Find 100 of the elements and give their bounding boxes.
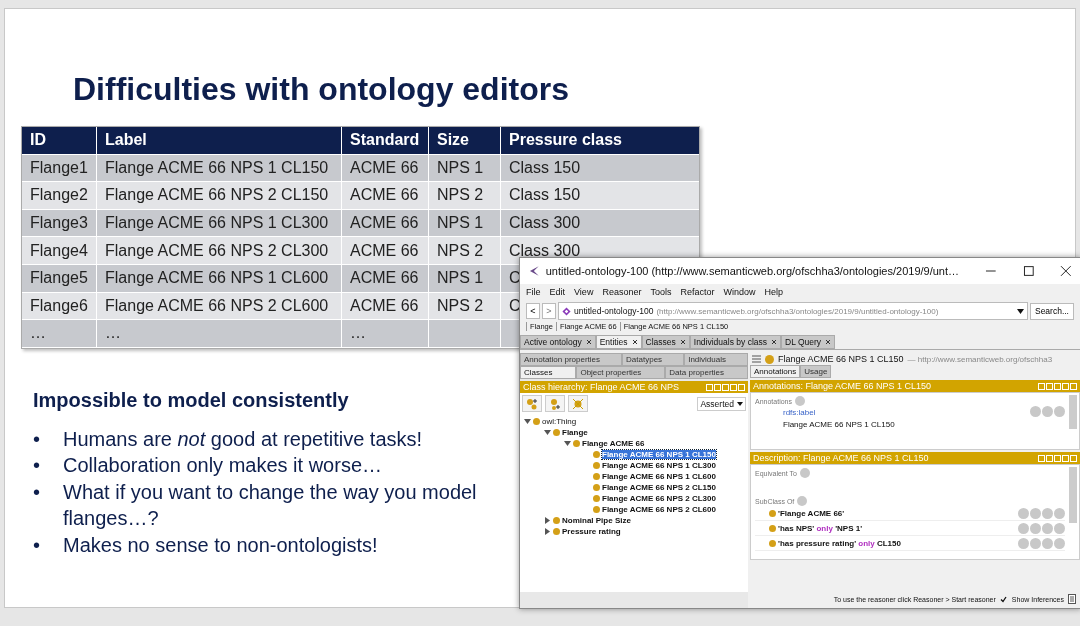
tree-item[interactable]: Pressure rating [562, 527, 621, 536]
menu-item[interactable]: Refactor [680, 287, 715, 297]
tree-item[interactable]: Flange ACME 66 NPS 2 CL600 [602, 505, 716, 514]
close-icon[interactable] [771, 339, 777, 345]
panel-header: Class hierarchy: Flange ACME 66 NPS [520, 381, 748, 393]
tab[interactable]: Individuals by class [689, 335, 781, 349]
table-cell: ACME 66 [350, 158, 419, 177]
bullet-text: Makes no sense to non-ontologists! [63, 532, 378, 558]
tree-item[interactable]: Flange ACME 66 NPS 1 CL600 [602, 472, 716, 481]
search-button[interactable]: Search... [1029, 302, 1074, 320]
collapsed-arrow-icon[interactable] [544, 517, 551, 524]
tab[interactable]: Usage [800, 365, 832, 378]
log-icon[interactable] [1068, 594, 1076, 604]
bullet-mark: • [33, 453, 41, 479]
column-header: Pressure class [508, 130, 623, 151]
menu-item[interactable]: Help [764, 287, 783, 297]
expanded-arrow-icon[interactable] [544, 429, 551, 436]
table-cell: Flange ACME 66 NPS 1 CL300 [105, 214, 329, 233]
window-title: untitled-ontology-100 (http://www.semanticweb.org/ofschha3/ontologies/2019/9/unt… [545, 265, 959, 277]
add-icon[interactable] [795, 396, 805, 406]
action-buttons-icon[interactable] [1018, 537, 1065, 549]
scrollbar[interactable] [1069, 395, 1077, 429]
scrollbar[interactable] [1069, 467, 1077, 524]
close-icon[interactable] [585, 339, 592, 345]
annotation-value: Flange ACME 66 NPS 1 CL150 [783, 420, 895, 429]
menu-item[interactable]: Reasoner [602, 287, 642, 297]
table-cell: Class 300 [509, 241, 581, 260]
table-cell: ACME 66 [350, 186, 419, 205]
table-cell: NPS 1 [437, 214, 484, 233]
tab[interactable]: Data properties [665, 366, 748, 379]
ontology-selector[interactable]: untitled-ontology-100 (http://www.semanticweb.org/ofschha3/ontologies/2019/9/untitled-ontology-100) [558, 302, 1028, 320]
bullet-text: Collaboration only makes it worse… [63, 453, 383, 479]
tab[interactable]: Classes [641, 335, 690, 349]
add-icon[interactable] [797, 496, 808, 506]
bullet-text: What if you want to change the way you model flanges…? [63, 479, 478, 532]
add-subclass-button[interactable] [522, 395, 542, 412]
maximize-icon[interactable] [1022, 265, 1035, 277]
tab[interactable]: Datatypes [622, 353, 685, 366]
view-buttons-icon[interactable] [706, 383, 745, 391]
menu-icon[interactable] [752, 355, 761, 363]
checkbox[interactable] [999, 595, 1008, 603]
tree-item[interactable]: Flange [562, 428, 588, 437]
tree-item[interactable]: Nominal Pipe Size [562, 516, 631, 525]
view-buttons-icon[interactable] [1038, 382, 1077, 390]
tree-item[interactable]: Flange ACME 66 [582, 439, 645, 448]
action-buttons-icon[interactable] [1018, 522, 1065, 534]
table-cell: ACME 66 [350, 296, 419, 315]
close-icon[interactable] [631, 339, 638, 345]
annotation-property[interactable]: rdfs:label [783, 408, 895, 417]
table-cell: NPS 1 [437, 158, 484, 177]
menu-item[interactable]: Window [723, 287, 756, 297]
axiom-text[interactable]: 'has pressure rating' only CL150 [778, 538, 1016, 548]
close-icon[interactable] [1060, 265, 1072, 277]
tab[interactable]: Individuals [684, 353, 748, 366]
action-buttons-icon[interactable] [1030, 406, 1065, 417]
caret-icon [737, 401, 743, 406]
view-mode-dropdown[interactable]: Asserted [697, 396, 746, 411]
back-button[interactable]: < [526, 303, 540, 319]
tab[interactable]: Entities [595, 335, 642, 349]
tab[interactable]: Annotations [750, 365, 801, 378]
add-icon[interactable] [799, 468, 810, 478]
add-sibling-button[interactable] [545, 395, 565, 412]
axiom-text[interactable]: 'Flange ACME 66' [778, 508, 1016, 518]
entity-title: Flange ACME 66 NPS 1 CL150 [778, 354, 904, 364]
table-cell: ACME 66 [350, 269, 419, 288]
tab[interactable]: DL Query [781, 335, 836, 349]
tree-item[interactable]: owl:Thing [542, 417, 577, 426]
column-header: ID [22, 127, 97, 154]
tree-item[interactable]: Flange ACME 66 NPS 1 CL150 [602, 450, 716, 459]
menu-item[interactable]: Edit [549, 287, 566, 297]
tab[interactable]: Annotation properties [520, 353, 623, 366]
menu-item[interactable]: Tools [650, 287, 672, 297]
expanded-arrow-icon[interactable] [564, 440, 571, 447]
tree-item[interactable]: Flange ACME 66 NPS 2 CL150 [602, 483, 716, 492]
view-buttons-icon[interactable] [1038, 454, 1077, 462]
section-heading: Impossible to model consistently [33, 388, 349, 412]
tab[interactable]: Active ontology [520, 335, 596, 349]
tree-item[interactable]: Flange ACME 66 NPS 2 CL300 [602, 494, 716, 503]
close-icon[interactable] [825, 339, 832, 345]
table-cell: Class 150 [509, 186, 581, 205]
column-header: Size [429, 127, 501, 154]
delete-class-button[interactable] [568, 395, 588, 412]
axiom-text[interactable]: 'has NPS' only 'NPS 1' [778, 523, 1016, 533]
close-icon[interactable] [679, 339, 686, 345]
table-cell: Flange4 [30, 241, 88, 260]
forward-button[interactable]: > [542, 303, 556, 319]
action-buttons-icon[interactable] [1018, 507, 1065, 519]
menu-item[interactable]: File [526, 287, 541, 297]
table-cell: … [105, 324, 121, 343]
tab[interactable]: Object properties [576, 366, 666, 379]
table-cell: NPS 1 [437, 269, 484, 288]
table-cell: Flange1 [30, 158, 88, 177]
add-sibling-icon [549, 397, 561, 410]
expanded-arrow-icon[interactable] [524, 418, 531, 425]
tree-item[interactable]: Flange ACME 66 NPS 1 CL300 [602, 461, 716, 470]
bullet-mark: • [33, 479, 41, 505]
collapsed-arrow-icon[interactable] [544, 528, 551, 535]
class-icon [533, 418, 540, 425]
menu-item[interactable]: View [574, 287, 594, 297]
tab[interactable]: Classes [520, 366, 577, 379]
